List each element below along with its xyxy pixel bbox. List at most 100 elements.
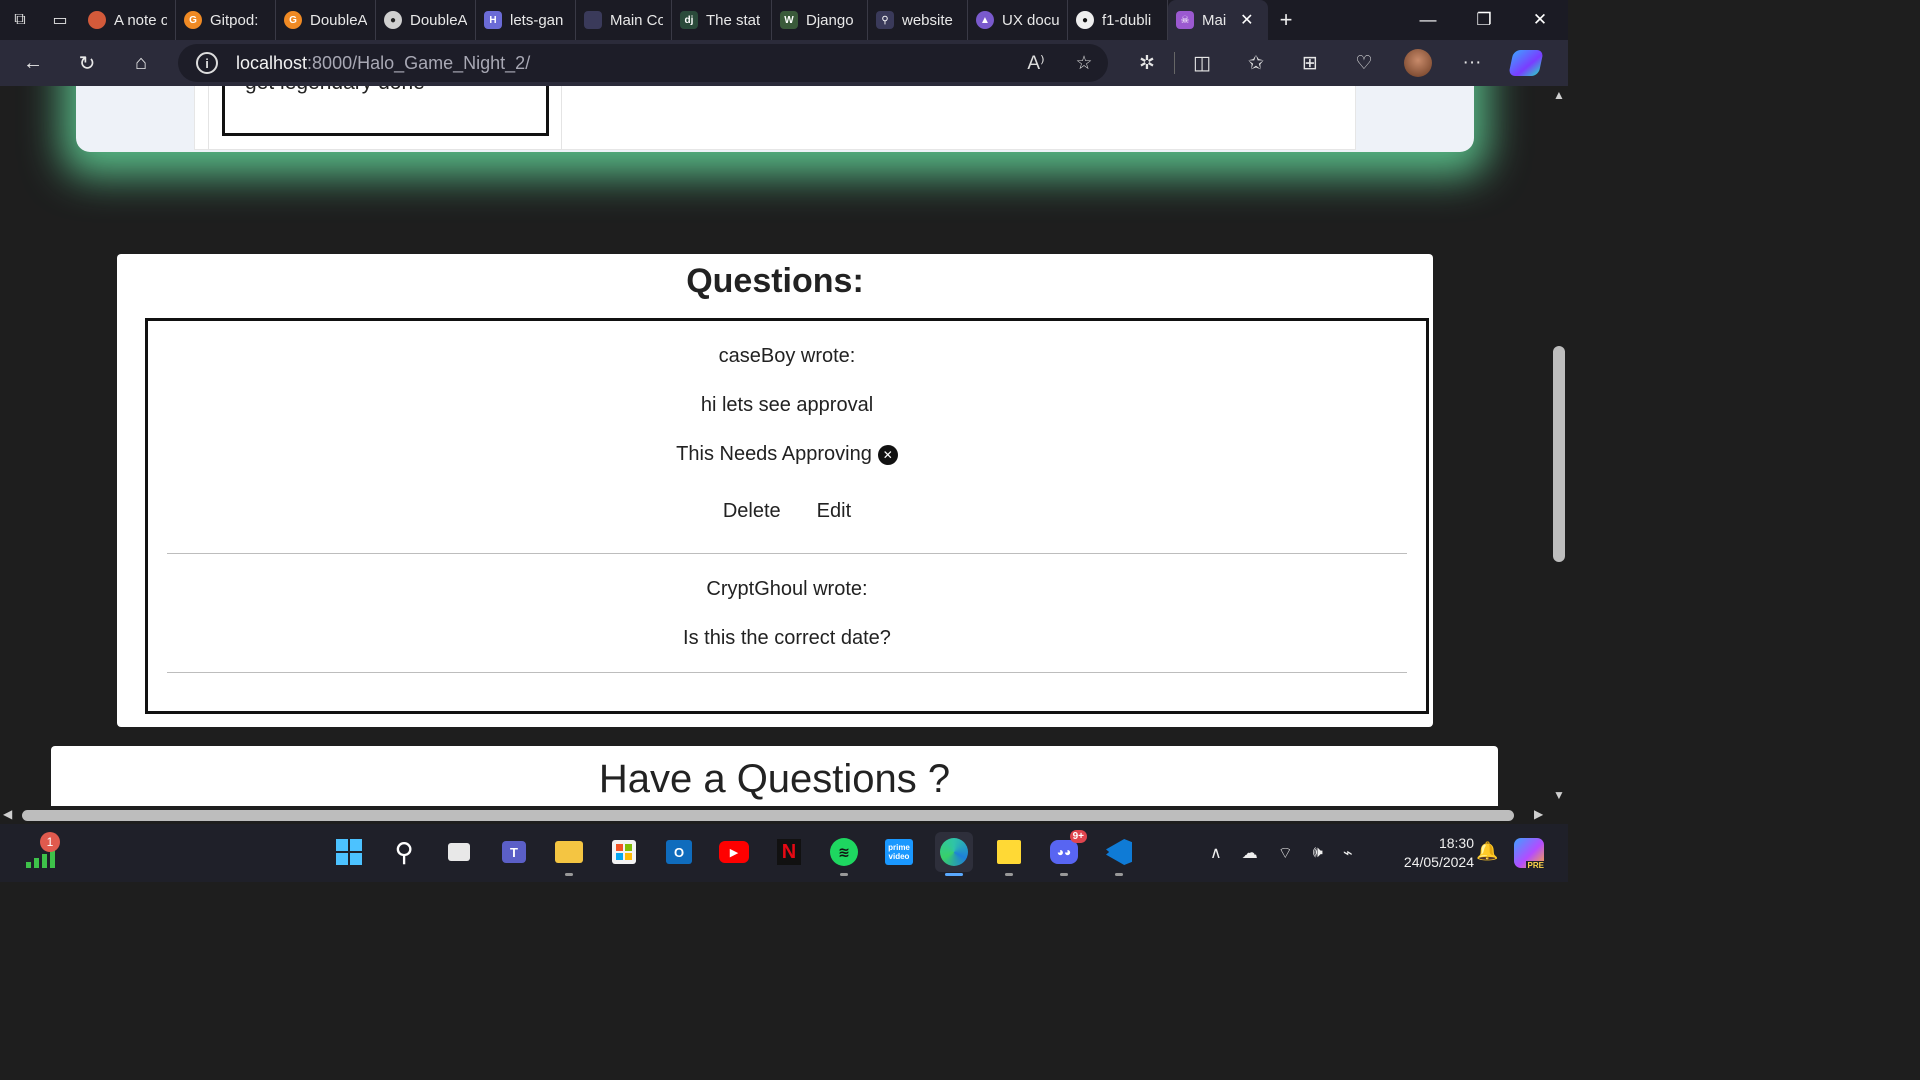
workspaces-icon[interactable]: ⧉ [0,0,40,40]
notification-bell-icon[interactable]: 🔔 [1476,841,1498,862]
discord-badge: 9+ [1069,830,1087,843]
spotify-icon[interactable]: ≋ [825,832,863,876]
browser-tools: ✲ ◫ ✩ ⊞ ♡ ··· [1120,40,1553,86]
browser-tab[interactable]: G Gitpod: [176,0,276,40]
event-description-text: get legendary done [245,86,425,95]
browser-tab[interactable]: Main Co [576,0,672,40]
tab-title: Django [806,11,854,29]
close-tab-icon[interactable]: ✕ [1240,10,1253,30]
vertical-scrollbar[interactable]: ▲ ▼ [1550,86,1568,806]
edge-browser-icon[interactable] [935,832,973,876]
windows-taskbar: 1 ⚲ T O ▶ N ≋ prime video ◕◕ 9+ ∧ ☁ ⌔ 🕪 ⌁ … [0,824,1568,882]
browser-tab[interactable]: G DoubleA [276,0,376,40]
browser-tab-active[interactable]: ☠ Mai ✕ [1168,0,1268,40]
new-tab-button[interactable]: + [1268,0,1304,40]
approval-status: This Needs Approving ✕ [167,443,1407,466]
file-explorer-icon[interactable] [550,832,588,876]
sticky-notes-icon[interactable] [990,832,1028,876]
edit-button[interactable]: Edit [817,500,851,523]
vertical-scroll-thumb[interactable] [1553,346,1565,562]
tab-title: DoubleA [310,11,367,29]
extensions-icon[interactable]: ✲ [1120,40,1174,86]
search-icon[interactable]: ⚲ [385,832,423,872]
browser-tab[interactable]: A note o [80,0,176,40]
tab-title: f1-dubli [1102,11,1152,29]
browser-tab[interactable]: dj The stat [672,0,772,40]
browser-tab[interactable]: ▲ UX docu [968,0,1068,40]
clock[interactable]: 18:30 24/05/2024 [1384,834,1474,872]
question-divider [167,553,1407,554]
tab-title: Gitpod: [210,11,259,29]
time: 18:30 [1438,835,1474,851]
vscode-icon[interactable] [1100,832,1138,876]
back-arrow-icon[interactable]: ← [6,40,60,86]
question-divider [167,672,1407,673]
ask-question-card: Have a Questions ? [51,746,1498,806]
task-view-icon[interactable] [440,832,478,872]
blank-favicon-icon [584,11,602,29]
read-aloud-icon[interactable]: A⁾ [1012,52,1060,75]
vertical-tabs-icon[interactable]: ▭ [40,0,80,40]
more-options-icon[interactable]: ··· [1445,40,1499,86]
restore-icon[interactable]: ❐ [1456,0,1512,40]
microsoft-store-icon[interactable] [605,832,643,872]
start-windows-icon[interactable] [330,832,368,872]
network-widget[interactable]: 1 [22,832,60,872]
address-bar[interactable]: i localhost :8000/Halo_Game_Night_2/ A⁾ … [178,44,1108,82]
browser-tab[interactable]: ● f1-dubli [1068,0,1168,40]
prime-video-icon[interactable]: prime video [880,832,918,872]
scroll-left-arrow-icon[interactable]: ◀ [3,807,12,821]
page-viewport: get legendary done Questions: caseBoy wr… [0,86,1550,806]
wifi-icon[interactable]: ⌔ [1278,843,1293,863]
copilot-preview-icon[interactable]: PRE [1514,838,1546,870]
tab-title: A note o [114,11,167,29]
show-hidden-icons-chevron-icon[interactable]: ∧ [1210,843,1222,863]
django-docs-favicon-icon: dj [680,11,698,29]
delete-button[interactable]: Delete [723,500,781,523]
heroku-favicon-icon: H [484,11,502,29]
youtube-icon[interactable]: ▶ [715,832,753,872]
favorite-star-icon[interactable]: ☆ [1060,52,1108,75]
onedrive-icon[interactable]: ☁ [1242,843,1258,863]
copilot-icon[interactable] [1499,40,1553,86]
browser-tab[interactable]: W Django [772,0,868,40]
collections-icon[interactable]: ⊞ [1283,40,1337,86]
browser-tab[interactable]: ● DoubleA [376,0,476,40]
close-window-icon[interactable]: ✕ [1512,0,1568,40]
horizontal-scroll-thumb[interactable] [22,810,1514,821]
questions-list: caseBoy wrote: hi lets see approval This… [145,318,1429,714]
horizontal-scrollbar[interactable]: ◀ ▶ [0,806,1568,824]
browser-tab[interactable]: H lets-gan [476,0,576,40]
outlook-icon[interactable]: O [660,832,698,872]
gitpod-favicon-icon: G [184,11,202,29]
battery-icon[interactable]: ⌁ [1343,843,1353,863]
favorites-icon[interactable]: ✩ [1229,40,1283,86]
browser-tab[interactable]: ⚲ website [868,0,968,40]
halo-favicon-icon: ☠ [1176,11,1194,29]
tab-title: lets-gan [510,11,564,29]
system-tray: ∧ ☁ ⌔ 🕪 ⌁ [1210,824,1353,882]
tab-title: Mai [1202,11,1227,29]
search-favicon-icon: ⚲ [876,11,894,29]
window-controls: — ❐ ✕ [1400,0,1568,40]
volume-icon[interactable]: 🕪 [1313,844,1323,862]
refresh-icon[interactable]: ↻ [60,40,114,86]
browser-essentials-icon[interactable]: ♡ [1337,40,1391,86]
tab-title: The stat [706,11,761,29]
questions-title: Questions: [686,262,864,300]
netflix-icon[interactable]: N [770,832,808,872]
question-author: CryptGhoul wrote: [706,578,868,600]
not-approved-icon: ✕ [877,444,898,465]
event-description-box: get legendary done [222,86,549,136]
notification-badge: 1 [40,832,60,852]
minimize-icon[interactable]: — [1400,0,1456,40]
teams-icon[interactable]: T [495,832,533,872]
scroll-down-arrow-icon[interactable]: ▼ [1553,788,1565,802]
discord-icon[interactable]: ◕◕ 9+ [1045,830,1087,876]
profile-avatar[interactable] [1391,40,1445,86]
site-info-icon[interactable]: i [196,52,218,74]
scroll-up-arrow-icon[interactable]: ▲ [1553,88,1565,102]
split-screen-icon[interactable]: ◫ [1175,40,1229,86]
home-icon[interactable]: ⌂ [114,40,168,86]
scroll-right-arrow-icon[interactable]: ▶ [1534,807,1543,821]
